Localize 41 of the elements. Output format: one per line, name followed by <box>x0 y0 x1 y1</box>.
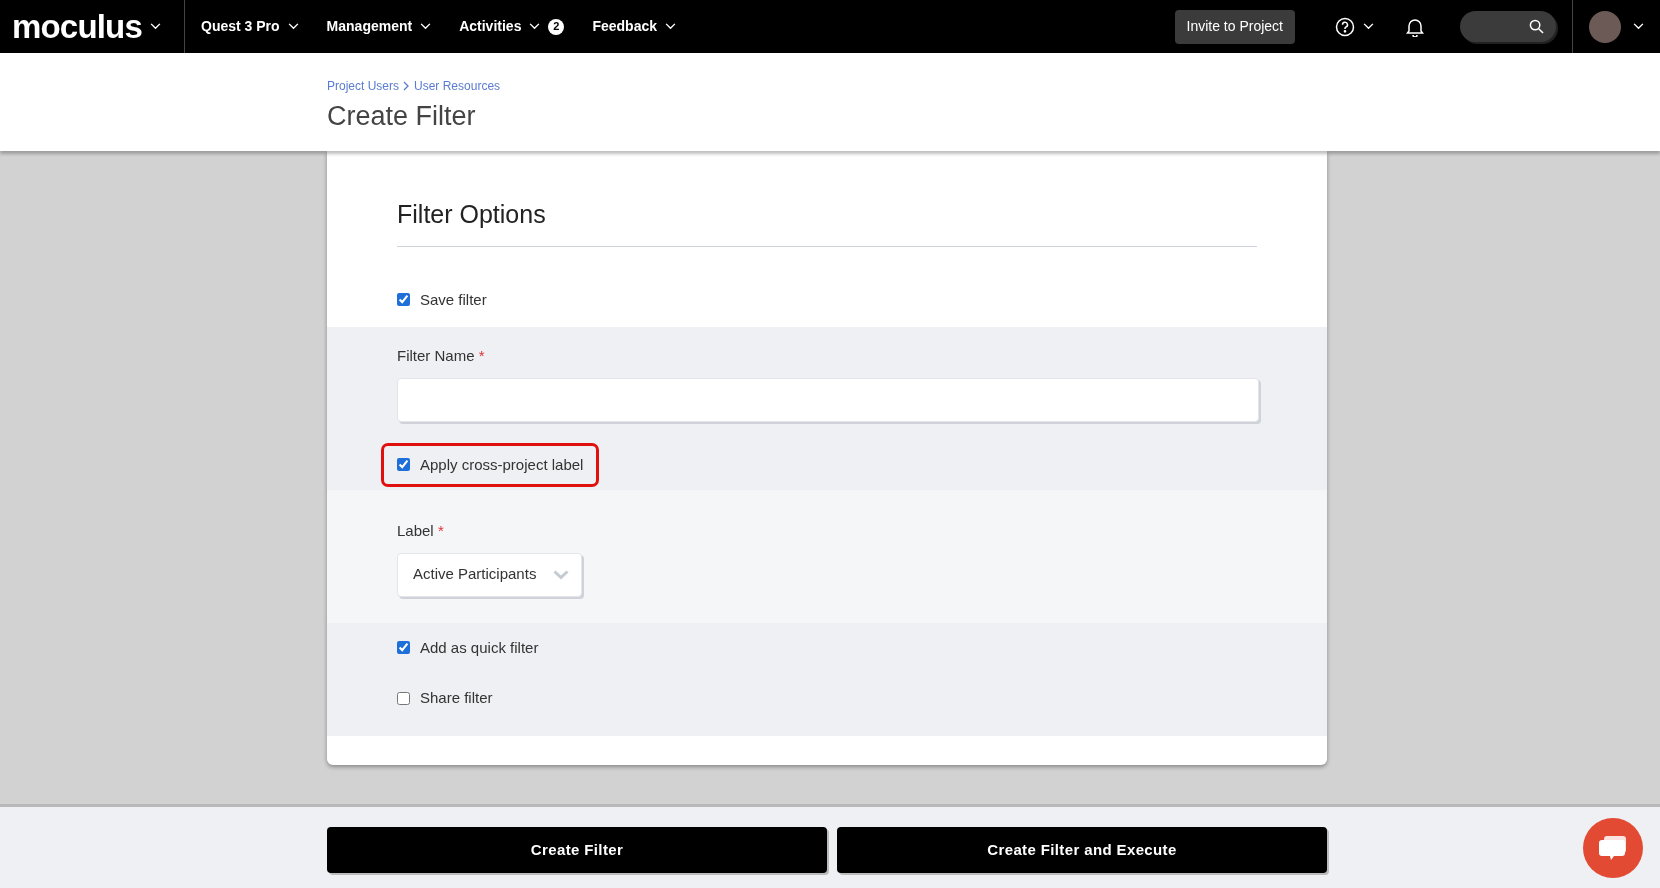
checkbox-option[interactable]: Share filter <box>384 679 506 718</box>
invite-button[interactable]: Invite to Project <box>1174 9 1295 44</box>
avatar[interactable] <box>1589 10 1621 43</box>
checkbox[interactable] <box>397 458 410 472</box>
nav-menu[interactable]: Feedback <box>592 16 676 37</box>
chevron-right-icon <box>403 81 411 91</box>
breadcrumb-link[interactable]: User Resources <box>414 77 501 95</box>
chevron-down-icon <box>149 23 161 30</box>
checkbox-option[interactable]: Add as quick filter <box>384 628 552 667</box>
chat-button[interactable] <box>1583 818 1643 878</box>
chevron-down-icon <box>420 23 432 30</box>
logo[interactable]: moculus <box>12 10 142 43</box>
field-label: Filter Name * <box>397 346 486 366</box>
checkbox[interactable] <box>397 293 410 307</box>
submit-button[interactable]: Create Filter <box>327 827 827 873</box>
filter-name-input[interactable] <box>397 377 1259 422</box>
chat-bubble-icon <box>1598 834 1628 862</box>
checkbox-option[interactable]: Apply cross-project label <box>384 445 597 484</box>
search-field[interactable] <box>1460 11 1556 42</box>
nav-menu[interactable]: Quest 3 Pro <box>201 16 299 37</box>
submit-button[interactable]: Create Filter and Execute <box>837 827 1327 873</box>
label-dropdown[interactable]: Active Participants <box>397 552 582 597</box>
search-icon <box>1529 19 1544 34</box>
help-menu-button[interactable] <box>1335 16 1374 37</box>
nav-menu[interactable]: Management <box>326 16 432 37</box>
count-badge: 2 <box>548 18 565 35</box>
checkbox-option[interactable]: Save filter <box>384 280 500 319</box>
page-title: Create Filter <box>327 100 477 133</box>
chevron-down-icon <box>287 23 299 30</box>
chevron-down-icon <box>1363 23 1374 30</box>
chevron-down-icon <box>553 569 569 580</box>
notification-bell-icon[interactable] <box>1406 16 1424 37</box>
chevron-down-icon <box>529 23 541 30</box>
nav-menu[interactable]: Activities 2 <box>459 16 565 37</box>
checkbox[interactable] <box>397 641 410 655</box>
chevron-down-icon <box>665 23 676 30</box>
breadcrumb-link[interactable]: Project Users <box>327 77 400 95</box>
checkbox[interactable] <box>397 691 410 705</box>
chevron-down-icon <box>1633 23 1644 30</box>
field-label: Label * <box>397 521 445 541</box>
section-title: Filter Options <box>397 199 547 230</box>
